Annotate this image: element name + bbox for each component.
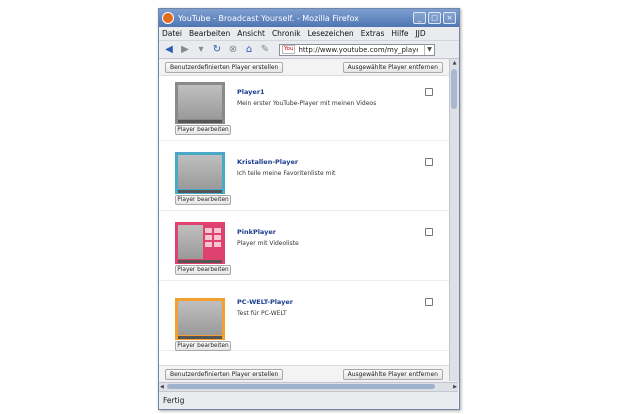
create-player-button[interactable]: Benutzerdefinierten Player erstellen — [165, 368, 284, 380]
scroll-thumb[interactable] — [451, 69, 457, 109]
player-row: Player bearbeiten Kristallen-Player Ich … — [159, 146, 449, 211]
player-description: Player mit Videoliste — [237, 240, 299, 247]
edit-player-button[interactable]: Player bearbeiten — [175, 341, 231, 351]
player-checkbox[interactable] — [425, 228, 433, 236]
reload-icon[interactable]: ↻ — [211, 44, 223, 56]
url-input[interactable] — [298, 45, 419, 54]
back-arrow-icon[interactable]: ◀ — [163, 44, 175, 56]
player-thumbnail[interactable] — [175, 152, 225, 194]
player-name[interactable]: PC-WELT-Player — [237, 298, 293, 306]
edit-player-button[interactable]: Player bearbeiten — [175, 125, 231, 135]
menu-history[interactable]: Chronik — [272, 29, 301, 38]
player-description: Ich teile meine Favoritenliste mit — [237, 170, 336, 177]
url-dropdown-icon[interactable]: ▼ — [424, 44, 434, 55]
player-description: Mein erster YouTube-Player mit meinen Vi… — [237, 100, 377, 107]
menu-edit[interactable]: Bearbeiten — [189, 29, 230, 38]
create-player-button[interactable]: Benutzerdefinierten Player erstellen — [165, 61, 284, 73]
menu-help[interactable]: Hilfe — [391, 29, 408, 38]
minimize-button[interactable]: _ — [413, 12, 426, 24]
player-name[interactable]: Player1 — [237, 88, 265, 96]
player-thumbnail[interactable] — [175, 298, 225, 340]
home-icon[interactable]: ⌂ — [243, 44, 255, 56]
close-button[interactable]: × — [443, 12, 456, 24]
menu-bookmarks[interactable]: Lesezeichen — [308, 29, 354, 38]
edit-player-button[interactable]: Player bearbeiten — [175, 195, 231, 205]
youtube-favicon-icon: You — [282, 45, 296, 54]
player-row: Player bearbeiten PinkPlayer Player mit … — [159, 216, 449, 281]
firefox-icon — [162, 12, 174, 24]
player-description: Test für PC-WELT — [237, 310, 287, 317]
address-bar[interactable]: You ▼ — [279, 43, 435, 56]
player-thumbnail[interactable] — [175, 82, 225, 124]
menu-bar: Datei Bearbeiten Ansicht Chronik Lesezei… — [159, 27, 459, 41]
player-row: Player bearbeiten Player1 Mein erster Yo… — [159, 76, 449, 141]
horizontal-scrollbar[interactable]: ◀ ▶ — [159, 382, 458, 391]
menu-view[interactable]: Ansicht — [237, 29, 265, 38]
player-thumbnail[interactable] — [175, 222, 225, 264]
action-row-bottom: Benutzerdefinierten Player erstellen Aus… — [159, 365, 449, 381]
window-title: YouTube - Broadcast Yourself. - Mozilla … — [178, 13, 359, 23]
status-bar: Fertig — [159, 391, 458, 409]
player-row: Player bearbeiten PC-WELT-Player Test fü… — [159, 286, 449, 351]
forward-arrow-icon[interactable]: ▶ — [179, 44, 191, 56]
menu-extra[interactable]: JJD — [415, 29, 425, 38]
scroll-left-icon[interactable]: ◀ — [160, 383, 164, 391]
action-row-top: Benutzerdefinierten Player erstellen Aus… — [159, 59, 449, 76]
player-name[interactable]: PinkPlayer — [237, 228, 276, 236]
player-checkbox[interactable] — [425, 298, 433, 306]
navigation-toolbar: ◀ ▶ ▾ ↻ ⊗ ⌂ ✎ You ▼ — [159, 41, 459, 59]
maximize-button[interactable]: □ — [428, 12, 441, 24]
menu-file[interactable]: Datei — [162, 29, 182, 38]
status-text: Fertig — [163, 396, 185, 405]
scroll-right-icon[interactable]: ▶ — [453, 383, 457, 391]
page-content: Benutzerdefinierten Player erstellen Aus… — [159, 59, 449, 381]
menu-tools[interactable]: Extras — [361, 29, 385, 38]
stop-icon[interactable]: ⊗ — [227, 44, 239, 56]
dropdown-icon[interactable]: ▾ — [195, 44, 207, 56]
edit-player-button[interactable]: Player bearbeiten — [175, 265, 231, 275]
title-bar: YouTube - Broadcast Yourself. - Mozilla … — [159, 9, 459, 27]
player-checkbox[interactable] — [425, 158, 433, 166]
remove-players-button[interactable]: Ausgewählte Player entfernen — [342, 368, 443, 380]
bookmark-icon[interactable]: ✎ — [259, 44, 271, 56]
browser-window: YouTube - Broadcast Yourself. - Mozilla … — [158, 8, 460, 410]
scroll-up-icon[interactable]: ▲ — [450, 59, 459, 67]
vertical-scrollbar[interactable]: ▲ — [449, 59, 459, 381]
player-name[interactable]: Kristallen-Player — [237, 158, 298, 166]
horizontal-scroll-thumb[interactable] — [167, 384, 435, 389]
player-checkbox[interactable] — [425, 88, 433, 96]
remove-players-button[interactable]: Ausgewählte Player entfernen — [342, 61, 443, 73]
